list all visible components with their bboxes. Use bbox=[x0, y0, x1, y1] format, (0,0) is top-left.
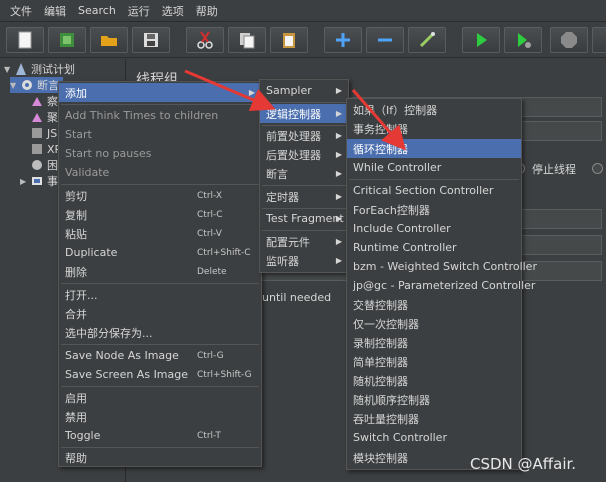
jmeter-window: 文件 编辑 Search 运行 选项 帮助 ▼ 测试计划 ▼ 断言 察 聚 JS… bbox=[0, 0, 606, 482]
red-arrow-icon bbox=[351, 89, 406, 151]
annotation-arrows bbox=[184, 69, 406, 151]
watermark: CSDN @Affair. bbox=[470, 455, 577, 473]
red-arrow-icon bbox=[184, 69, 276, 112]
